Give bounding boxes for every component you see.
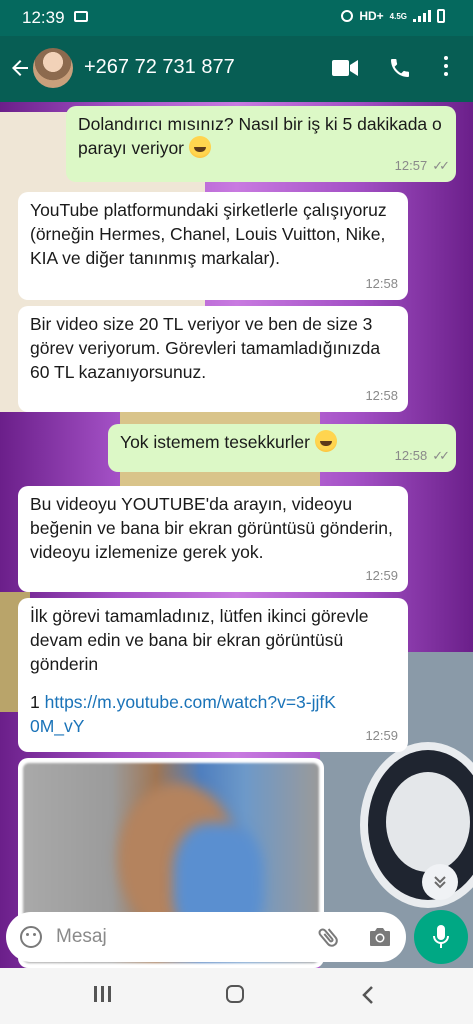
- status-bar: 12:39 HD+ 4.5G: [0, 0, 473, 36]
- message-bubble-outgoing[interactable]: Dolandırıcı mısınız? Nasıl bir iş ki 5 d…: [66, 106, 456, 182]
- mic-icon: [433, 925, 449, 948]
- message-text: YouTube platformundaki şirketlerle çalış…: [30, 200, 387, 268]
- signal-icon: [413, 10, 431, 22]
- paperclip-icon[interactable]: [318, 924, 342, 950]
- image-notification-icon: [74, 11, 88, 22]
- message-bubble-outgoing[interactable]: Yok istemem tesekkurler 12:58 ✓✓: [108, 424, 456, 472]
- double-check-icon: ✓✓: [432, 158, 450, 173]
- message-bubble-incoming[interactable]: Bu videoyu YOUTUBE'da arayın, videoyu be…: [18, 486, 408, 592]
- status-icons: HD+ 4.5G: [341, 9, 445, 23]
- link-prefix: 1: [30, 692, 40, 712]
- recents-icon[interactable]: [94, 986, 111, 1002]
- network-label: HD+: [359, 9, 384, 23]
- message-time: 12:58: [365, 388, 398, 403]
- message-text: İlk görevi tamamladınız, lütfen ikinci g…: [30, 606, 369, 674]
- battery-icon: [437, 9, 445, 23]
- message-time: 12:59: [365, 728, 398, 743]
- home-icon[interactable]: [226, 985, 244, 1003]
- grinning-face-icon: [314, 430, 337, 452]
- message-time: 12:59: [365, 568, 398, 583]
- chat-area[interactable]: Dolandırıcı mısınız? Nasıl bir iş ki 5 d…: [0, 102, 473, 968]
- message-time: 12:57: [394, 158, 428, 173]
- message-input[interactable]: Mesaj: [56, 926, 107, 948]
- emoji-icon[interactable]: [20, 926, 42, 948]
- more-vert-icon[interactable]: [440, 56, 452, 80]
- message-time: 12:58: [394, 448, 428, 463]
- youtube-link[interactable]: https://m.youtube.com/watch?v=3-jjfK0M_v…: [30, 692, 336, 736]
- arrow-left-icon[interactable]: [8, 56, 32, 80]
- message-text: Dolandırıcı mısınız? Nasıl bir iş ki 5 d…: [78, 114, 442, 158]
- message-text: Yok istemem tesekkurler: [120, 432, 310, 452]
- grinning-face-icon: [188, 136, 211, 158]
- message-text: Bu videoyu YOUTUBE'da arayın, videoyu be…: [30, 494, 393, 562]
- double-check-icon: ✓✓: [432, 448, 450, 463]
- alarm-icon: [341, 10, 354, 22]
- contact-name[interactable]: +267 72 731 877: [84, 56, 235, 79]
- status-time: 12:39: [22, 8, 65, 27]
- chat-header: +267 72 731 877: [0, 36, 473, 102]
- network-sub-label: 4.5G: [389, 11, 407, 21]
- message-bubble-incoming[interactable]: YouTube platformundaki şirketlerle çalış…: [18, 192, 408, 300]
- back-nav-icon[interactable]: [361, 985, 375, 1005]
- system-nav-bar: [0, 968, 473, 1024]
- message-composer[interactable]: Mesaj: [6, 912, 406, 962]
- phone-icon[interactable]: [388, 56, 412, 80]
- camera-icon[interactable]: [368, 926, 392, 948]
- avatar[interactable]: [33, 48, 73, 88]
- message-text: Bir video size 20 TL veriyor ve ben de s…: [30, 314, 381, 382]
- message-bubble-incoming[interactable]: Bir video size 20 TL veriyor ve ben de s…: [18, 306, 408, 412]
- message-bubble-incoming[interactable]: İlk görevi tamamladınız, lütfen ikinci g…: [18, 598, 408, 752]
- message-time: 12:58: [365, 276, 398, 291]
- chevron-double-down-icon[interactable]: [422, 864, 458, 900]
- video-call-icon[interactable]: [332, 58, 358, 78]
- mic-button[interactable]: [414, 910, 468, 964]
